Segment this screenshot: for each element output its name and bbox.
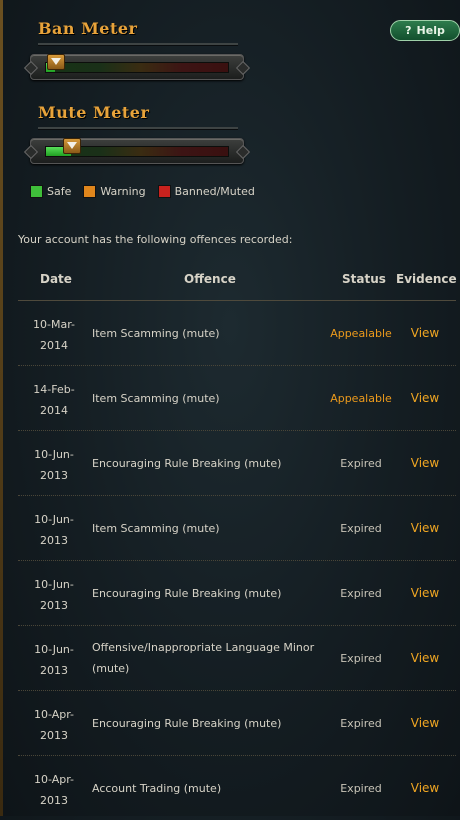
row-date: 10-Jun- 2013 bbox=[26, 574, 82, 616]
view-evidence-link[interactable]: View bbox=[404, 496, 446, 560]
row-offence: Offensive/Inappropriate Language Minor (… bbox=[92, 641, 315, 675]
row-offence: Encouraging Rule Breaking (mute) bbox=[92, 716, 282, 730]
row-offence: Encouraging Rule Breaking (mute) bbox=[92, 456, 282, 470]
view-evidence-link[interactable]: View bbox=[404, 691, 446, 755]
row-date-year: 2013 bbox=[40, 534, 68, 547]
row-status: Expired bbox=[340, 586, 382, 600]
offences-table-header: Date Offence Status Evidence bbox=[18, 270, 457, 301]
mute-meter-track bbox=[45, 138, 229, 157]
table-row: 10-Jun- 2013 Encouraging Rule Breaking (… bbox=[18, 431, 456, 496]
row-date-year: 2013 bbox=[40, 469, 68, 482]
row-date-day: 10-Apr- bbox=[33, 773, 75, 786]
view-evidence-link[interactable]: View bbox=[404, 626, 446, 690]
row-date-year: 2014 bbox=[40, 339, 68, 352]
mute-meter-title: Mute Meter bbox=[38, 103, 150, 122]
row-offence: Encouraging Rule Breaking (mute) bbox=[92, 586, 282, 600]
row-date-day: 10-Jun- bbox=[34, 513, 74, 526]
row-date-day: 10-Mar- bbox=[33, 318, 75, 331]
row-status: Expired bbox=[340, 651, 382, 665]
view-evidence-link[interactable]: View bbox=[404, 301, 446, 365]
row-date-year: 2013 bbox=[40, 794, 68, 807]
table-row: 10-Apr- 2013 Encouraging Rule Breaking (… bbox=[18, 691, 456, 756]
offences-table-body: 10-Mar- 2014 Item Scamming (mute) Appeal… bbox=[18, 301, 456, 820]
view-evidence-link[interactable]: View bbox=[404, 366, 446, 430]
row-date: 10-Mar- 2014 bbox=[26, 314, 82, 356]
header-evidence: Evidence bbox=[396, 272, 457, 286]
row-date-year: 2014 bbox=[40, 404, 68, 417]
legend-item-safe: Safe bbox=[30, 185, 71, 198]
ban-meter-rule bbox=[38, 43, 238, 45]
legend-label-warning: Warning bbox=[100, 185, 146, 198]
row-date: 10-Jun- 2013 bbox=[26, 639, 82, 681]
row-date-year: 2013 bbox=[40, 729, 68, 742]
row-offence: Item Scamming (mute) bbox=[92, 326, 220, 340]
table-row: 10-Jun- 2013 Encouraging Rule Breaking (… bbox=[18, 561, 456, 626]
row-date-day: 10-Jun- bbox=[34, 643, 74, 656]
table-row: 14-Feb- 2014 Item Scamming (mute) Appeal… bbox=[18, 366, 456, 431]
legend-label-banned-muted: Banned/Muted bbox=[174, 185, 255, 198]
help-button[interactable]: ? Help bbox=[390, 20, 460, 41]
row-date: 10-Apr- 2013 bbox=[26, 769, 82, 811]
header-offence: Offence bbox=[184, 272, 236, 286]
row-date-day: 10-Jun- bbox=[34, 578, 74, 591]
view-evidence-link[interactable]: View bbox=[404, 756, 446, 820]
legend-swatch-warning bbox=[83, 185, 97, 198]
row-date-day: 10-Jun- bbox=[34, 448, 74, 461]
table-row: 10-Apr- 2013 Account Trading (mute) Expi… bbox=[18, 756, 456, 820]
table-row: 10-Mar- 2014 Item Scamming (mute) Appeal… bbox=[18, 301, 456, 366]
row-status: Expired bbox=[340, 456, 382, 470]
view-evidence-link[interactable]: View bbox=[404, 431, 446, 495]
row-status: Appealable bbox=[330, 326, 392, 340]
row-offence: Account Trading (mute) bbox=[92, 781, 222, 795]
table-row: 10-Jun- 2013 Offensive/Inappropriate Lan… bbox=[18, 626, 456, 691]
row-date: 10-Jun- 2013 bbox=[26, 444, 82, 486]
table-row: 10-Jun- 2013 Item Scamming (mute) Expire… bbox=[18, 496, 456, 561]
row-date-year: 2013 bbox=[40, 599, 68, 612]
offences-intro-text: Your account has the following offences … bbox=[18, 233, 293, 246]
legend-item-banned-muted: Banned/Muted bbox=[157, 185, 255, 198]
ban-meter bbox=[30, 54, 244, 80]
legend-label-safe: Safe bbox=[47, 185, 72, 198]
mute-meter-pointer-icon bbox=[63, 138, 82, 154]
question-icon: ? bbox=[405, 24, 412, 37]
mute-meter-rule bbox=[38, 127, 238, 129]
row-date: 10-Jun- 2013 bbox=[26, 509, 82, 551]
frame-border bbox=[0, 0, 3, 816]
row-status: Expired bbox=[340, 781, 382, 795]
ban-meter-track bbox=[45, 54, 229, 73]
row-status: Expired bbox=[340, 716, 382, 730]
row-date-day: 10-Apr- bbox=[33, 708, 75, 721]
ban-meter-title: Ban Meter bbox=[38, 19, 138, 38]
legend-swatch-banned-muted bbox=[157, 185, 171, 198]
row-status: Expired bbox=[340, 521, 382, 535]
row-offence: Item Scamming (mute) bbox=[92, 391, 220, 405]
row-date-day: 14-Feb- bbox=[33, 383, 75, 396]
row-status: Appealable bbox=[330, 391, 392, 405]
header-status: Status bbox=[342, 272, 386, 286]
help-label: Help bbox=[416, 24, 445, 37]
legend-item-warning: Warning bbox=[83, 185, 146, 198]
row-date-year: 2013 bbox=[40, 664, 68, 677]
view-evidence-link[interactable]: View bbox=[404, 561, 446, 625]
header-date: Date bbox=[40, 272, 72, 286]
legend-swatch-safe bbox=[30, 185, 43, 198]
row-date: 10-Apr- 2013 bbox=[26, 704, 82, 746]
meter-legend: Safe Warning Banned/Muted bbox=[30, 185, 255, 198]
ban-meter-pointer-icon bbox=[47, 54, 66, 70]
row-offence: Item Scamming (mute) bbox=[92, 521, 220, 535]
row-date: 14-Feb- 2014 bbox=[26, 379, 82, 421]
mute-meter bbox=[30, 138, 244, 164]
